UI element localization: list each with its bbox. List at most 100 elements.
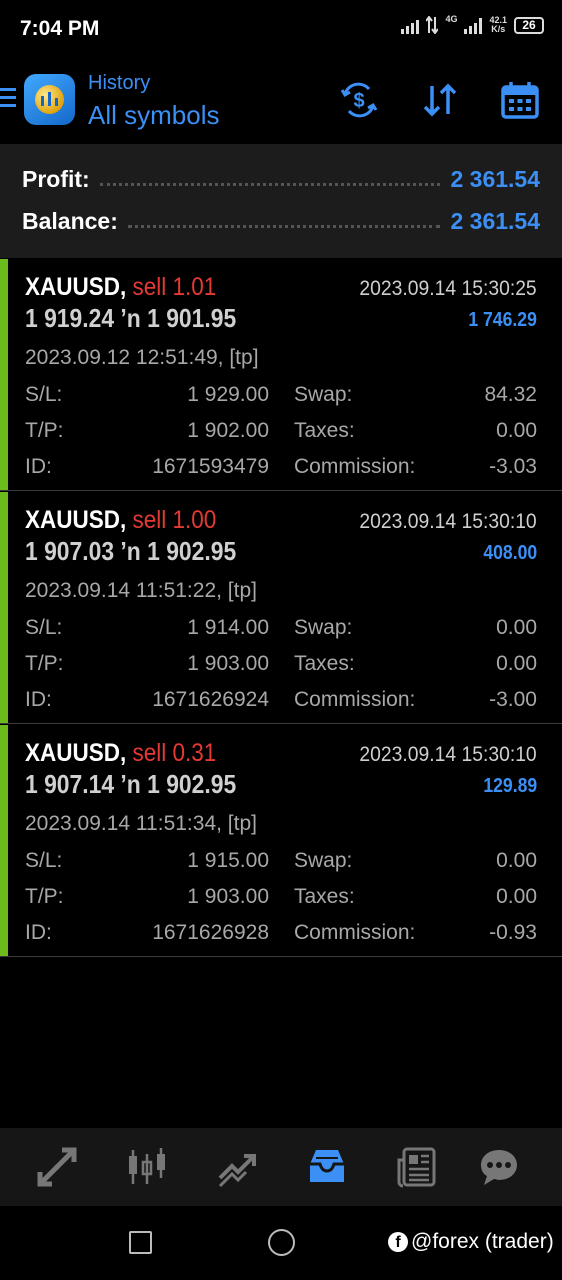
menu-icon[interactable] [0, 88, 16, 112]
swap-label: Swap: [294, 616, 353, 639]
deal-close-time: 2023.09.14 15:30:10 [359, 743, 537, 766]
deal-prices: 1 919.24 ’n 1 901.95 [25, 303, 237, 333]
status-bar: 7:04 PM 4G 42.1 K/s 26 [0, 0, 562, 58]
facebook-icon: f [388, 1232, 408, 1252]
swap-value: 84.32 [484, 383, 537, 406]
swap-value: 0.00 [496, 616, 537, 639]
deal-profit: 408.00 [483, 542, 537, 564]
system-navigation: f @forex (trader) [0, 1206, 562, 1280]
network-speed-unit: K/s [491, 24, 506, 34]
commission-value: -3.00 [489, 688, 537, 711]
signal-icon [401, 16, 420, 34]
deal-row-id-commission: ID: 1671626924 Commission: -3.00 [25, 688, 537, 714]
deal-open-time: 2023.09.14 11:51:34, [tp] [25, 812, 257, 835]
commission-value: -0.93 [489, 921, 537, 944]
swap-value: 0.00 [496, 849, 537, 872]
profit-indicator-bar [0, 725, 8, 956]
taxes-label: Taxes: [294, 419, 355, 442]
deal-item[interactable]: XAUUSD, sell 0.31 2023.09.14 15:30:10 1 … [0, 725, 562, 957]
deal-item[interactable]: XAUUSD, sell 1.01 2023.09.14 15:30:25 1 … [0, 259, 562, 491]
deal-close-time: 2023.09.14 15:30:10 [359, 510, 537, 533]
profit-indicator-bar [0, 259, 8, 490]
deal-type: sell 1.01 [132, 273, 217, 301]
deal-open-time: 2023.09.14 11:51:22, [tp] [25, 579, 257, 602]
deal-row-tp-taxes: T/P: 1 902.00 Taxes: 0.00 [25, 419, 537, 445]
status-time: 7:04 PM [20, 17, 100, 40]
swap-label: Swap: [294, 383, 353, 406]
quotes-icon[interactable] [36, 1146, 78, 1188]
deal-row-id-commission: ID: 1671626928 Commission: -0.93 [25, 921, 537, 947]
commission-label: Commission: [294, 921, 416, 944]
id-value: 1671593479 [152, 455, 269, 478]
tp-value: 1 903.00 [187, 885, 269, 908]
currency-sort-icon[interactable]: $ [339, 80, 379, 120]
chart-icon[interactable] [126, 1146, 168, 1188]
deal-row-sl-swap: S/L: 1 915.00 Swap: 0.00 [25, 849, 537, 875]
watermark: f @forex (trader) [388, 1230, 554, 1254]
sl-value: 1 915.00 [187, 849, 269, 872]
trade-icon[interactable] [216, 1146, 258, 1188]
calendar-icon[interactable] [500, 80, 540, 120]
bottom-navigation [0, 1128, 562, 1206]
id-value: 1671626924 [152, 688, 269, 711]
deal-symbol: XAUUSD, sell 1.00 [25, 506, 216, 535]
deal-symbol: XAUUSD, sell 1.01 [25, 273, 216, 302]
tp-value: 1 902.00 [187, 419, 269, 442]
tp-value: 1 903.00 [187, 652, 269, 675]
deal-prices: 1 907.03 ’n 1 902.95 [25, 536, 237, 566]
deal-type: sell 1.00 [132, 506, 217, 534]
balance-row: Balance: 2 361.54 [22, 206, 540, 236]
battery-icon: 26 [514, 16, 544, 34]
taxes-label: Taxes: [294, 885, 355, 908]
news-icon[interactable] [396, 1146, 438, 1188]
sl-label: S/L: [25, 849, 63, 872]
deal-row-sl-swap: S/L: 1 929.00 Swap: 84.32 [25, 383, 537, 409]
history-icon[interactable] [306, 1146, 348, 1188]
id-label: ID: [25, 455, 52, 478]
dotted-leader [99, 176, 441, 186]
deal-row-id-commission: ID: 1671593479 Commission: -3.03 [25, 455, 537, 481]
network-type-label: 4G [445, 14, 458, 24]
deal-profit: 129.89 [483, 775, 537, 797]
id-label: ID: [25, 688, 52, 711]
header-title[interactable]: All symbols [88, 100, 219, 131]
commission-label: Commission: [294, 688, 416, 711]
tp-label: T/P: [25, 419, 64, 442]
deal-prices: 1 907.14 ’n 1 902.95 [25, 769, 237, 799]
taxes-label: Taxes: [294, 652, 355, 675]
deal-symbol: XAUUSD, sell 0.31 [25, 739, 216, 768]
header-subtitle: History [88, 72, 151, 94]
id-label: ID: [25, 921, 52, 944]
status-icons: 4G 42.1 K/s 26 [401, 14, 544, 34]
profit-value: 2 361.54 [450, 165, 540, 192]
home-button[interactable] [268, 1229, 295, 1256]
profit-label: Profit: [22, 165, 90, 192]
deal-type: sell 0.31 [132, 739, 217, 767]
id-value: 1671626928 [152, 921, 269, 944]
svg-text:$: $ [353, 90, 364, 112]
deal-symbol-name: XAUUSD, [25, 506, 127, 534]
profit-row: Profit: 2 361.54 [22, 164, 540, 194]
deal-symbol-name: XAUUSD, [25, 273, 127, 301]
recent-apps-button[interactable] [129, 1231, 152, 1254]
watermark-text: @forex (trader) [411, 1230, 554, 1253]
deal-close-time: 2023.09.14 15:30:25 [359, 277, 537, 300]
data-transfer-icon [426, 16, 439, 34]
taxes-value: 0.00 [496, 885, 537, 908]
deal-item[interactable]: XAUUSD, sell 1.00 2023.09.14 15:30:10 1 … [0, 492, 562, 724]
messages-icon[interactable] [478, 1146, 520, 1188]
deal-symbol-name: XAUUSD, [25, 739, 127, 767]
commission-value: -3.03 [489, 455, 537, 478]
deal-row-tp-taxes: T/P: 1 903.00 Taxes: 0.00 [25, 885, 537, 911]
deal-open-time: 2023.09.12 12:51:49, [tp] [25, 346, 259, 369]
history-summary: Profit: 2 361.54 Balance: 2 361.54 [0, 144, 562, 258]
tp-label: T/P: [25, 652, 64, 675]
balance-value: 2 361.54 [450, 207, 540, 234]
deal-row-tp-taxes: T/P: 1 903.00 Taxes: 0.00 [25, 652, 537, 678]
taxes-value: 0.00 [496, 419, 537, 442]
deal-row-sl-swap: S/L: 1 914.00 Swap: 0.00 [25, 616, 537, 642]
signal-icon-2 [464, 16, 483, 34]
sl-value: 1 929.00 [187, 383, 269, 406]
sort-arrows-icon[interactable] [420, 80, 460, 120]
taxes-value: 0.00 [496, 652, 537, 675]
